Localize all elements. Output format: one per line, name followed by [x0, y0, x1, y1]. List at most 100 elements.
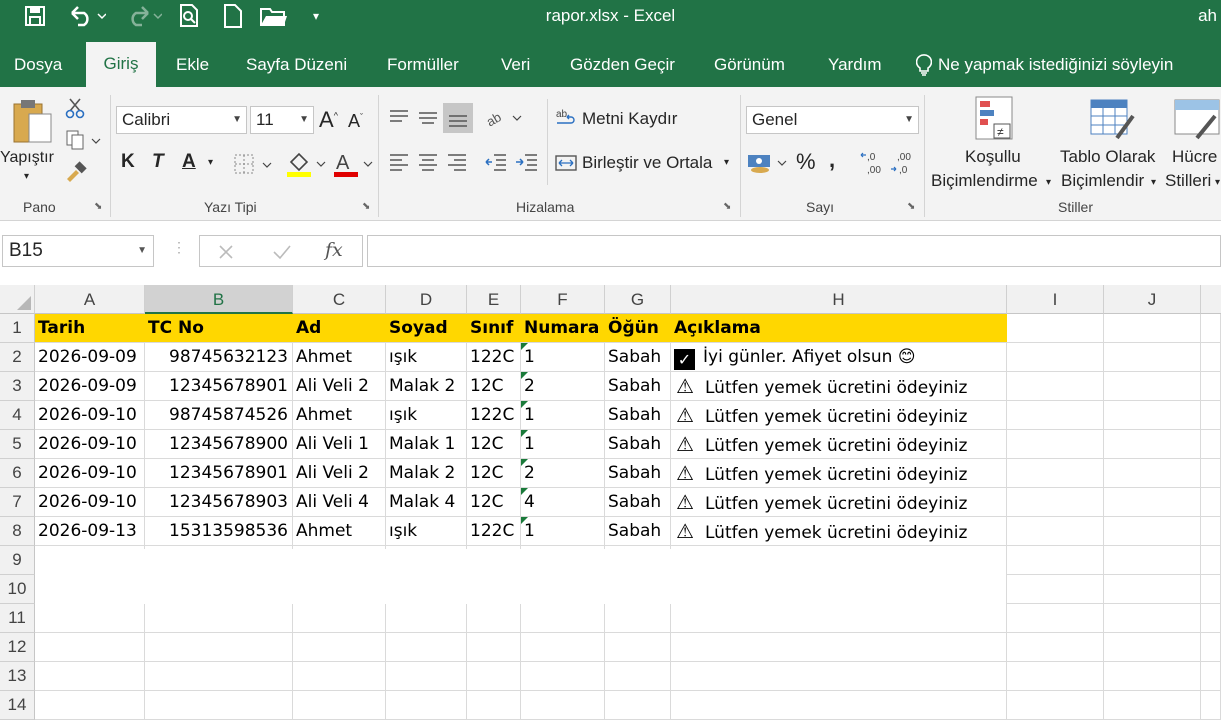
table-cell[interactable]: 2026-09-10	[35, 401, 145, 430]
row-header[interactable]: 11	[0, 604, 35, 633]
empty-cell[interactable]	[467, 662, 521, 691]
table-cell[interactable]: Ali Veli 2	[293, 372, 386, 401]
empty-cell[interactable]	[1007, 488, 1104, 517]
row-header[interactable]: 2	[0, 343, 35, 372]
empty-cell[interactable]	[1104, 633, 1201, 662]
empty-cell[interactable]	[1007, 430, 1104, 459]
row-header[interactable]: 6	[0, 459, 35, 488]
table-cell[interactable]: ışık	[386, 517, 467, 546]
empty-cell[interactable]	[1007, 372, 1104, 401]
column-header-e[interactable]: E	[467, 285, 521, 314]
format-as-table-label1[interactable]: Tablo Olarak	[1060, 147, 1155, 167]
orientation-icon[interactable]: ab	[484, 105, 524, 129]
column-header-g[interactable]: G	[605, 285, 671, 314]
empty-cell[interactable]	[1104, 604, 1201, 633]
column-header-f[interactable]: F	[521, 285, 605, 314]
conditional-dropdown-icon[interactable]: ▾	[1046, 177, 1051, 188]
tab-formuller[interactable]: Formüller	[385, 43, 461, 87]
empty-cell[interactable]	[293, 691, 386, 720]
header-cell[interactable]: Soyad	[386, 314, 467, 343]
align-left-icon[interactable]	[386, 149, 412, 175]
align-middle-icon[interactable]	[415, 105, 441, 129]
cell-styles-dropdown-icon[interactable]: ▾	[1215, 177, 1220, 188]
cut-icon[interactable]	[62, 95, 88, 121]
table-cell[interactable]: Sabah	[605, 401, 671, 430]
table-cell[interactable]: 2026-09-10	[35, 459, 145, 488]
table-cell[interactable]: Ahmet	[293, 401, 386, 430]
percent-icon[interactable]: %	[796, 149, 816, 175]
table-cell[interactable]: Malak 1	[386, 430, 467, 459]
empty-cell[interactable]	[1201, 314, 1221, 343]
row-header[interactable]: 4	[0, 401, 35, 430]
header-cell[interactable]: Numara	[521, 314, 605, 343]
table-cell[interactable]: ✓ İyi günler. Afiyet olsun 😊	[671, 343, 1007, 372]
row-header[interactable]: 10	[0, 575, 35, 604]
user-name[interactable]: ah	[1198, 6, 1217, 26]
table-cell[interactable]: ⚠ Lütfen yemek ücretini ödeyiniz	[671, 488, 1007, 517]
row-header[interactable]: 3	[0, 372, 35, 401]
empty-cell[interactable]	[1201, 488, 1221, 517]
empty-cell[interactable]	[1104, 662, 1201, 691]
tab-giris[interactable]: Giriş	[86, 42, 156, 87]
empty-cell[interactable]	[145, 604, 293, 633]
table-cell[interactable]: 2026-09-13	[35, 517, 145, 546]
table-cell[interactable]: 4	[521, 488, 605, 517]
table-cell[interactable]: 1	[521, 343, 605, 372]
header-cell[interactable]: TC No	[145, 314, 293, 343]
column-header-a[interactable]: A	[35, 285, 145, 314]
empty-cell[interactable]	[293, 633, 386, 662]
table-cell[interactable]: Sabah	[605, 459, 671, 488]
column-header-k[interactable]	[1201, 285, 1221, 314]
empty-cell[interactable]	[1201, 546, 1221, 575]
tab-gorunum[interactable]: Görünüm	[712, 43, 787, 87]
grow-font-icon[interactable]: A^	[319, 107, 338, 133]
table-cell[interactable]: 2026-09-09	[35, 372, 145, 401]
table-cell[interactable]: 12C	[467, 430, 521, 459]
empty-cell[interactable]	[1201, 343, 1221, 372]
empty-cell[interactable]	[386, 604, 467, 633]
empty-cell[interactable]	[1201, 575, 1221, 604]
tell-me-box[interactable]: Ne yapmak istediğinizi söyleyin	[916, 43, 1173, 87]
empty-cell[interactable]	[1104, 546, 1201, 575]
table-cell[interactable]: 2026-09-10	[35, 488, 145, 517]
empty-cell[interactable]	[1104, 372, 1201, 401]
table-cell[interactable]: Ahmet	[293, 517, 386, 546]
empty-cell[interactable]	[605, 604, 671, 633]
underline-button[interactable]: A	[182, 151, 196, 173]
merge-dropdown-icon[interactable]: ▾	[724, 157, 729, 168]
table-cell[interactable]: 122C	[467, 343, 521, 372]
table-cell[interactable]: Ali Veli 2	[293, 459, 386, 488]
empty-cell[interactable]	[1007, 517, 1104, 546]
clipboard-launcher-icon[interactable]: ⬊	[94, 201, 102, 212]
table-cell[interactable]: 12C	[467, 488, 521, 517]
empty-cell[interactable]	[467, 604, 521, 633]
empty-cell[interactable]	[1104, 343, 1201, 372]
table-cell[interactable]: Malak 4	[386, 488, 467, 517]
row-header[interactable]: 5	[0, 430, 35, 459]
column-header-h[interactable]: H	[671, 285, 1007, 314]
table-cell[interactable]: 1	[521, 401, 605, 430]
empty-cell[interactable]	[521, 662, 605, 691]
empty-cell[interactable]	[1201, 517, 1221, 546]
table-cell[interactable]: 12345678901	[145, 459, 293, 488]
empty-cell[interactable]	[1104, 401, 1201, 430]
table-cell[interactable]: 15313598536	[145, 517, 293, 546]
table-cell[interactable]: Ali Veli 4	[293, 488, 386, 517]
borders-icon[interactable]	[232, 151, 274, 177]
empty-cell[interactable]	[1007, 459, 1104, 488]
column-header-b[interactable]: B	[145, 285, 293, 314]
table-cell[interactable]: Sabah	[605, 372, 671, 401]
wrap-text-button[interactable]: Metni Kaydır	[582, 109, 677, 129]
table-cell[interactable]: 2026-09-09	[35, 343, 145, 372]
empty-cell[interactable]	[145, 633, 293, 662]
empty-cell[interactable]	[1201, 662, 1221, 691]
cell-styles-label1[interactable]: Hücre	[1172, 147, 1217, 167]
row-header[interactable]: 14	[0, 691, 35, 720]
table-cell[interactable]: Sabah	[605, 488, 671, 517]
empty-cell[interactable]	[1104, 691, 1201, 720]
table-cell[interactable]: 12C	[467, 459, 521, 488]
conditional-formatting-icon[interactable]: ≠	[970, 93, 1018, 143]
empty-cell[interactable]	[1104, 575, 1201, 604]
row-header[interactable]: 1	[0, 314, 35, 343]
format-as-table-label2[interactable]: Biçimlendir	[1061, 171, 1144, 191]
